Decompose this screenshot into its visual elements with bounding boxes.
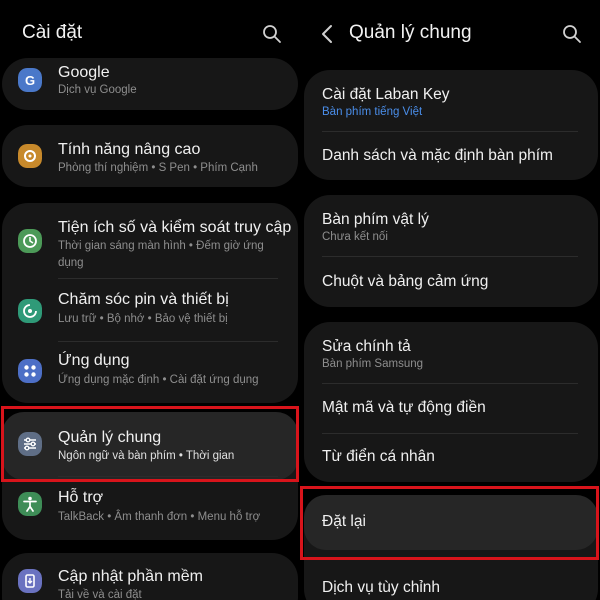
software-update-icon	[18, 569, 42, 593]
item-subtitle: Bàn phím Samsung	[322, 358, 424, 370]
settings-item-subtitle: Tải về và cài đặt	[58, 589, 142, 600]
item-subtitle: Chưa kết nối	[322, 231, 388, 243]
spell-check-item[interactable]: Sửa chính tả Bàn phím Samsung	[304, 322, 598, 382]
settings-item-google[interactable]: G Google Dịch vụ Google	[2, 58, 298, 110]
divider	[58, 278, 278, 279]
item-title: Sửa chính tả	[322, 338, 411, 355]
item-title: Danh sách và mặc định bàn phím	[322, 147, 553, 164]
highlight-box	[300, 486, 599, 560]
keyboard-card: Cài đặt Laban Key Bàn phím tiếng Việt Da…	[304, 70, 598, 180]
digital-wellbeing-icon	[18, 229, 42, 253]
item-title: Chuột và bảng cảm ứng	[322, 273, 489, 290]
settings-item-digital-wellbeing[interactable]: Tiện ích số và kiểm soát truy cập Thời g…	[2, 203, 298, 281]
keyboard-list-item[interactable]: Danh sách và mặc định bàn phím	[304, 132, 598, 180]
page-title: Quản lý chung	[349, 22, 472, 43]
laban-key-settings-item[interactable]: Cài đặt Laban Key Bàn phím tiếng Việt	[304, 70, 598, 130]
mouse-touchpad-item[interactable]: Chuột và bảng cảm ứng	[304, 257, 598, 307]
google-icon: G	[18, 68, 42, 92]
settings-card-update: Cập nhật phần mềm Tải về và cài đặt	[2, 553, 298, 600]
divider	[58, 341, 278, 342]
settings-item-subtitle: Dịch vụ Google	[58, 84, 137, 96]
settings-item-title: Tính năng nâng cao	[58, 141, 201, 158]
general-management-header: Quản lý chung	[300, 0, 600, 62]
accessibility-icon	[18, 492, 42, 516]
item-title: Bàn phím vật lý	[322, 211, 429, 228]
settings-item-accessibility[interactable]: Hỗ trợ TalkBack • Âm thanh đơn • Menu hỗ…	[2, 480, 298, 540]
settings-card-group: Tiện ích số và kiểm soát truy cập Thời g…	[2, 203, 298, 403]
settings-item-subtitle: TalkBack • Âm thanh đơn • Menu hỗ trợ	[58, 511, 261, 523]
settings-item-software-update[interactable]: Cập nhật phần mềm Tải về và cài đặt	[2, 553, 298, 600]
page-title: Cài đặt	[22, 22, 83, 43]
settings-item-advanced-features[interactable]: Tính năng nâng cao Phòng thí nghiệm • S …	[2, 125, 298, 187]
settings-item-title: Chăm sóc pin và thiết bị	[58, 291, 229, 308]
apps-icon	[18, 359, 42, 383]
item-title: Từ điển cá nhân	[322, 448, 435, 465]
settings-item-subtitle: Thời gian sáng màn hình • Đếm giờ ứng dụ…	[58, 240, 264, 269]
item-title: Dịch vụ tùy chỉnh	[322, 579, 441, 596]
settings-item-subtitle: Phòng thí nghiệm • S Pen • Phím Cạnh	[58, 162, 258, 174]
physical-keyboard-card: Bàn phím vật lý Chưa kết nối Chuột và bả…	[304, 195, 598, 307]
general-management-pane: Quản lý chung Cài đặt Laban Key Bàn phím…	[300, 0, 600, 600]
settings-header: Cài đặt	[0, 0, 300, 62]
settings-item-subtitle: Ứng dụng mặc định • Cài đặt ứng dụng	[58, 374, 259, 386]
settings-item-subtitle: Lưu trữ • Bộ nhớ • Bảo vệ thiết bị	[58, 313, 228, 325]
svg-text:G: G	[25, 73, 35, 88]
settings-card-advanced: Tính năng nâng cao Phòng thí nghiệm • S …	[2, 125, 298, 187]
settings-item-device-care[interactable]: Chăm sóc pin và thiết bị Lưu trữ • Bộ nh…	[2, 281, 298, 341]
personal-dictionary-item[interactable]: Từ điển cá nhân	[304, 434, 598, 482]
item-title: Cài đặt Laban Key	[322, 86, 450, 103]
highlight-box	[1, 406, 299, 482]
back-icon[interactable]	[318, 23, 338, 45]
passwords-autofill-item[interactable]: Mật mã và tự động điền	[304, 384, 598, 432]
settings-item-title: Hỗ trợ	[58, 489, 104, 506]
spelling-card: Sửa chính tả Bàn phím Samsung Mật mã và …	[304, 322, 598, 482]
search-icon[interactable]	[562, 24, 582, 44]
settings-item-title: Ứng dụng	[58, 352, 130, 369]
item-title: Mật mã và tự động điền	[322, 399, 486, 416]
device-care-icon	[18, 299, 42, 323]
custom-service-item[interactable]: Dịch vụ tùy chỉnh	[304, 567, 598, 600]
settings-item-title: Google	[58, 64, 110, 81]
settings-item-title: Cập nhật phần mềm	[58, 568, 203, 585]
search-icon[interactable]	[262, 24, 282, 44]
settings-item-apps[interactable]: Ứng dụng Ứng dụng mặc định • Cài đặt ứng…	[2, 343, 298, 403]
settings-card-google: G Google Dịch vụ Google	[2, 58, 298, 110]
item-subtitle: Bàn phím tiếng Việt	[322, 106, 423, 118]
physical-keyboard-item[interactable]: Bàn phím vật lý Chưa kết nối	[304, 195, 598, 255]
settings-item-title: Tiện ích số và kiểm soát truy cập	[58, 219, 292, 236]
advanced-features-icon	[18, 144, 42, 168]
settings-pane: Cài đặt G Google Dịch vụ Google Tính năn…	[0, 0, 300, 600]
